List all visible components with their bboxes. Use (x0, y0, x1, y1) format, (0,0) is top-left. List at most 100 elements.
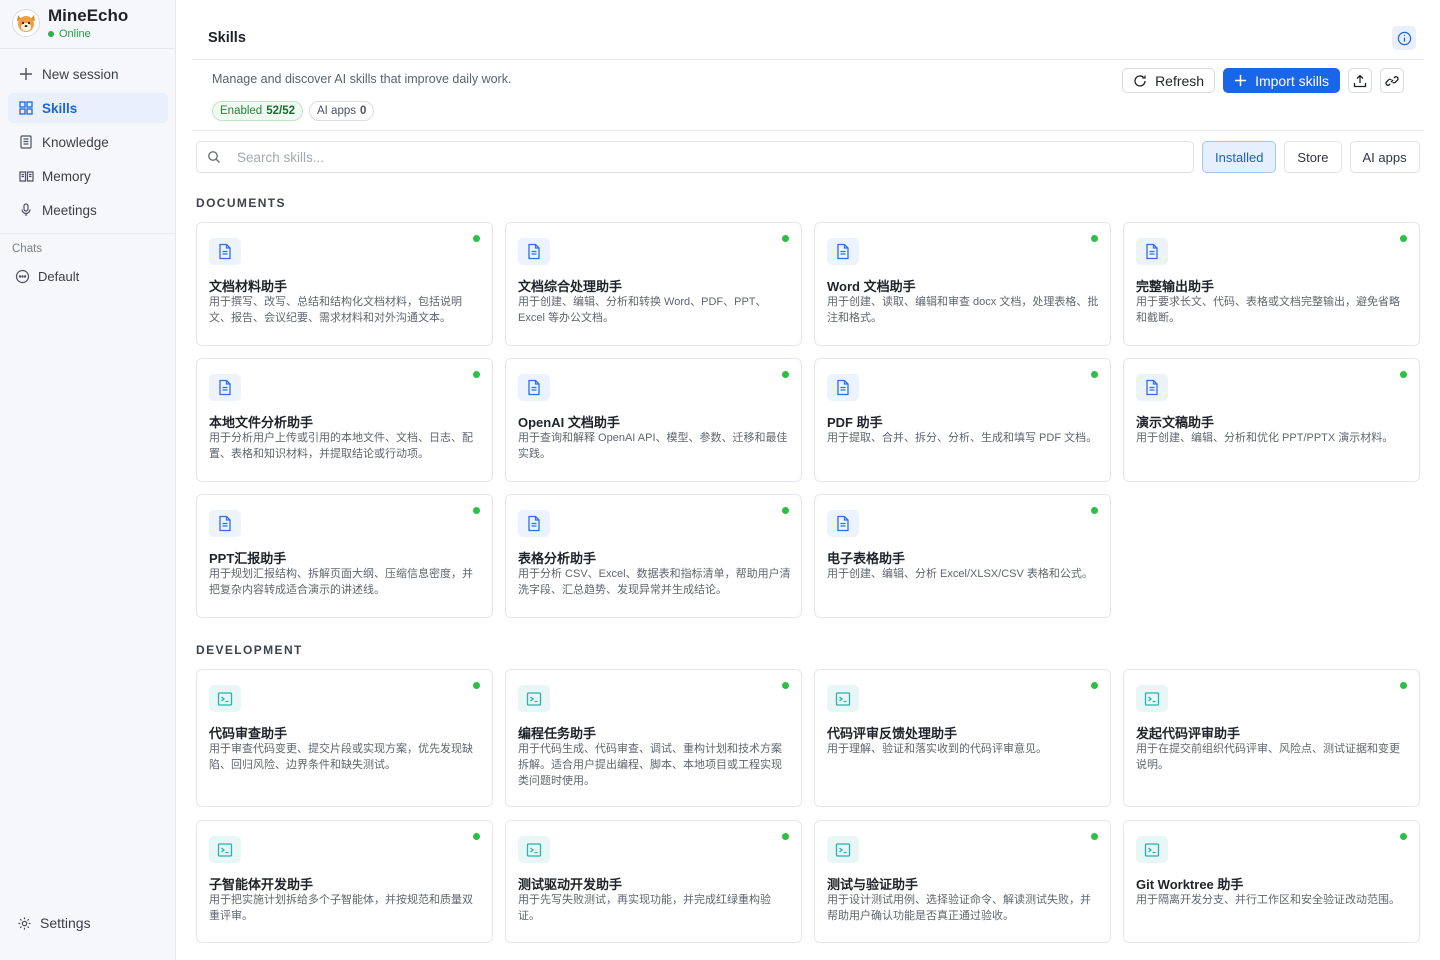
skill-title: 测试与验证助手 (827, 877, 919, 892)
skill-title: 完整输出助手 (1136, 279, 1215, 294)
skill-card[interactable]: 代码评审反馈处理助手 用于理解、验证和落实收到的代码评审意见。 (814, 669, 1111, 807)
section-title-documents: DOCUMENTS (196, 196, 286, 210)
skill-description: 用于先写失败测试，再实现功能，并完成红绿重构验证。 (518, 894, 771, 922)
skill-description: 用于隔离开发分支、并行工作区和安全验证改动范围。 (1136, 894, 1400, 906)
export-button[interactable] (1348, 68, 1372, 93)
enabled-status-dot-icon (1091, 507, 1098, 514)
skill-title: Git Worktree 助手 (1136, 877, 1244, 892)
sidebar-item-skills[interactable]: Skills (8, 93, 168, 123)
skill-description: 用于规划汇报结构、拆解页面大纲、压缩信息密度，并把复杂内容转成适合演示的讲述线。 (209, 568, 473, 596)
enabled-status-dot-icon (1400, 682, 1407, 689)
skill-description: 用于在提交前组织代码评审、风险点、测试证据和变更说明。 (1136, 743, 1400, 771)
sidebar-item-label: Meetings (42, 202, 97, 218)
skill-card[interactable]: Git Worktree 助手用于隔离开发分支、并行工作区和安全验证改动范围。 (1123, 820, 1420, 943)
badge-value: 0 (360, 105, 367, 117)
skill-card[interactable]: 代码审查助手 用于审查代码变更、提交片段或实现方案，优先发现缺陷、回归风险、边界条… (196, 669, 493, 807)
sidebar-item-memory[interactable]: Memory (8, 161, 168, 191)
import-skills-label: Import skills (1255, 72, 1329, 89)
skill-title: 代码审查助手 (209, 726, 288, 741)
enabled-status-dot-icon (473, 507, 480, 514)
skill-title: 电子表格助手 (827, 551, 906, 566)
skill-card[interactable]: 子智能体开发助手用于把实施计划拆给多个子智能体，并按规范和质量双重评审。 (196, 820, 493, 943)
search-input[interactable] (237, 149, 1137, 165)
import-skills-button[interactable]: Import skills (1223, 68, 1340, 93)
enabled-status-dot-icon (473, 371, 480, 378)
enabled-status-dot-icon (1091, 833, 1098, 840)
skill-title: 子智能体开发助手 (209, 877, 314, 892)
avatar[interactable] (12, 9, 40, 37)
open-book-icon (18, 168, 34, 184)
skill-title: 发起代码评审助手 (1136, 726, 1241, 741)
grid-icon (18, 100, 34, 116)
skill-description: 用于撰写、改写、总结和结构化文档材料，包括说明文、报告、会议纪要、需求材料和对外… (209, 296, 462, 324)
badge-label: AI apps (317, 105, 356, 117)
skill-card[interactable]: 文档综合处理助手 用于创建、编辑、分析和转换 Word、PDF、PPT、Excel… (505, 222, 802, 346)
skill-card[interactable]: 测试驱动开发助手 用于先写失败测试，再实现功能，并完成红绿重构验证。 (505, 820, 802, 943)
skill-card[interactable]: 演示文稿助手 用于创建、编辑、分析和优化 PPT/PPTX 演示材料。 (1123, 358, 1420, 482)
skill-title: 代码评审反馈处理助手 (827, 726, 958, 741)
enabled-status-dot-icon (782, 235, 789, 242)
skill-title: PDF 助手 (827, 415, 883, 430)
skill-description: 用于分析用户上传或引用的本地文件、文档、日志、配置、表格和知识材料，并提取结论或… (209, 432, 473, 460)
skill-description: 用于分析 CSV、Excel、数据表和指标清单，帮助用户清洗字段、汇总趋势、发现… (518, 568, 791, 596)
stat-pills: Enabled 52/52 AI apps 0 (212, 101, 375, 121)
skill-card[interactable]: Word 文档助手 用于创建、读取、编辑和审查 docx 文档，处理表格、批注和格… (814, 222, 1111, 346)
sidebar-item-new-session[interactable]: New session (8, 59, 168, 89)
skill-card[interactable]: 测试与验证助手 用于设计测试用例、选择验证命令、解读测试失败，并帮助用户确认功能是… (814, 820, 1111, 943)
sidebar-item-label: Memory (42, 168, 91, 184)
link-button[interactable] (1380, 68, 1404, 93)
tab-ai-apps[interactable]: AI apps (1349, 141, 1420, 173)
skill-description: 用于查询和解释 OpenAI API、模型、参数、迁移和最佳实践。 (518, 432, 788, 460)
refresh-icon (1133, 74, 1147, 88)
skill-card[interactable]: 电子表格助手用于创建、编辑、分析 Excel/XLSX/CSV 表格和公式。 (814, 494, 1111, 618)
badge-value: 52/52 (266, 105, 295, 117)
skill-card[interactable]: 编程任务助手 用于代码生成、代码审查、调试、重构计划和技术方案拆解。适合用户提出编… (505, 669, 802, 807)
skill-title: 编程任务助手 (518, 726, 597, 741)
terminal-icon (827, 836, 859, 863)
enabled-status-dot-icon (1091, 371, 1098, 378)
book-icon (18, 134, 34, 150)
enabled-status-dot-icon (1400, 371, 1407, 378)
badge-label: Enabled (220, 105, 263, 117)
page-title: Skills (208, 30, 246, 46)
upload-icon (1353, 74, 1367, 87)
status-dot-icon (48, 31, 54, 37)
sidebar-item-meetings[interactable]: Meetings (8, 195, 168, 225)
sidebar: MineEcho Online New session Skills Knowl… (0, 0, 176, 960)
document-icon (518, 238, 550, 265)
refresh-button[interactable]: Refresh (1122, 68, 1216, 93)
skill-card[interactable]: 文档材料助手用于撰写、改写、总结和结构化文档材料，包括说明文、报告、会议纪要、需… (196, 222, 493, 346)
skill-card[interactable]: PPT汇报助手 用于规划汇报结构、拆解页面大纲、压缩信息密度，并把复杂内容转成适合… (196, 494, 493, 618)
sidebar-item-label: Skills (42, 100, 78, 116)
skill-card[interactable]: OpenAI 文档助手用于查询和解释 OpenAI API、模型、参数、迁移和最… (505, 358, 802, 482)
skill-card[interactable]: 表格分析助手用于分析 CSV、Excel、数据表和指标清单，帮助用户清洗字段、汇… (505, 494, 802, 618)
chat-bubble-icon (14, 268, 30, 284)
skill-title: 表格分析助手 (518, 551, 597, 566)
skill-card[interactable]: 发起代码评审助手用于在提交前组织代码评审、风险点、测试证据和变更说明。 (1123, 669, 1420, 807)
info-button[interactable] (1392, 26, 1416, 50)
sidebar-item-label: Knowledge (42, 134, 109, 150)
terminal-icon (209, 685, 241, 712)
enabled-status-dot-icon (1091, 682, 1098, 689)
skill-description: 用于要求长文、代码、表格或文档完整输出，避免省略和截断。 (1136, 296, 1400, 324)
skill-title: OpenAI 文档助手 (518, 415, 620, 430)
chat-item-default[interactable]: Default (4, 261, 164, 291)
enabled-status-dot-icon (473, 235, 480, 242)
skill-description: 用于创建、编辑、分析 Excel/XLSX/CSV 表格和公式。 (827, 568, 1093, 580)
enabled-status-dot-icon (782, 507, 789, 514)
skill-card[interactable]: 本地文件分析助手 用于分析用户上传或引用的本地文件、文档、日志、配置、表格和知识材… (196, 358, 493, 482)
skill-description: 用于提取、合并、拆分、分析、生成和填写 PDF 文档。 (827, 432, 1098, 444)
skill-card[interactable]: PDF 助手用于提取、合并、拆分、分析、生成和填写 PDF 文档。 (814, 358, 1111, 482)
skill-title: 文档材料助手 (209, 279, 288, 294)
online-status: Online (48, 28, 128, 40)
search-box (196, 141, 1194, 173)
skill-description: 用于创建、读取、编辑和审查 docx 文档，处理表格、批注和格式。 (827, 296, 1099, 324)
tab-installed[interactable]: Installed (1202, 141, 1277, 173)
tab-store[interactable]: Store (1284, 141, 1342, 173)
skill-description: 用于把实施计划拆给多个子智能体，并按规范和质量双重评审。 (209, 894, 473, 922)
settings-button[interactable]: Settings (16, 915, 91, 931)
enabled-status-dot-icon (782, 371, 789, 378)
sidebar-item-knowledge[interactable]: Knowledge (8, 127, 168, 157)
terminal-icon (518, 685, 550, 712)
skill-card[interactable]: 完整输出助手用于要求长文、代码、表格或文档完整输出，避免省略和截断。 (1123, 222, 1420, 346)
